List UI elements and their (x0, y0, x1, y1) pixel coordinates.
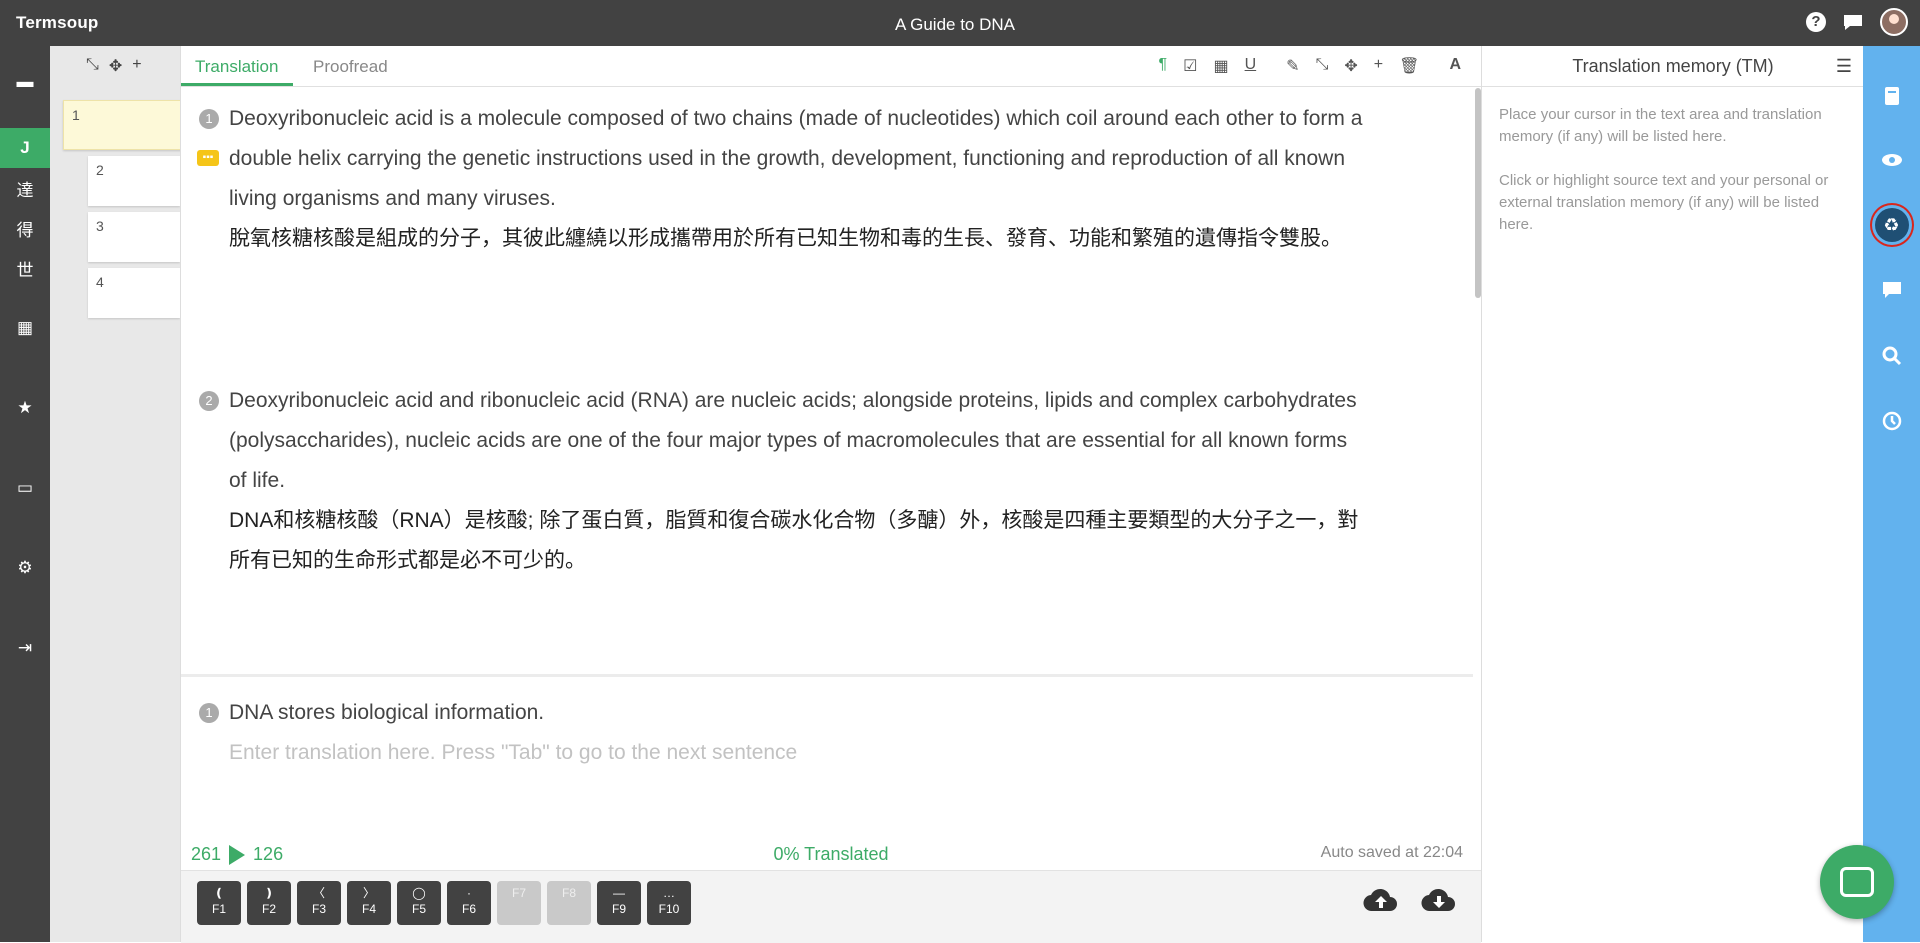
segment-2: Deoxyribonucleic acid and ribonucleic ac… (229, 381, 1369, 581)
segment-number-badge: 1 (199, 109, 219, 129)
chat-launcher-button[interactable] (1820, 845, 1894, 919)
tm-help-text-1: Place your cursor in the text area and t… (1499, 106, 1822, 145)
editor: Translation Proofread ¶ ☑ ▦ U ✎ ⤡ ✥ + 🗑 … (180, 46, 1481, 943)
paragraph-icon[interactable]: ¶ (1159, 56, 1168, 76)
notebook-icon[interactable] (1863, 76, 1920, 116)
tm-help-text-2: Click or highlight source text and your … (1499, 172, 1829, 233)
segment-source[interactable]: Deoxyribonucleic acid and ribonucleic ac… (229, 381, 1369, 501)
comment-icon[interactable]: ▪▪▪ (197, 150, 219, 166)
translation-memory-panel: Translation memory (TM) ☰ Place your cur… (1481, 46, 1864, 942)
search-icon[interactable] (1863, 336, 1920, 376)
project-tab-2[interactable]: 達 (0, 168, 50, 208)
segment-translation[interactable]: 脫氧核糖核酸是組成的分子，其彼此纏繞以形成攜帶用於所有已知生物和毒的生長、發育、… (229, 219, 1369, 259)
play-icon[interactable] (229, 844, 246, 865)
comment-icon[interactable] (1863, 270, 1920, 310)
translated-percent: 0% Translated (773, 844, 889, 864)
left-rail: ▬ J 達 得 世 ▦ ★ ▭ ⚙ ⇥ (0, 46, 50, 942)
fkey-f7[interactable]: F7 (497, 881, 541, 925)
collapse-icon[interactable]: ⤡ (86, 56, 99, 76)
trash-icon[interactable]: 🗑 (1399, 56, 1419, 76)
active-tab-underline (181, 83, 293, 86)
cloud-upload-icon[interactable] (1363, 887, 1399, 913)
page-thumbnails: ⤡ ✥ + 1 2 3 4 (50, 46, 185, 942)
editor-tabs: Translation Proofread ¶ ☑ ▦ U ✎ ⤡ ✥ + 🗑 … (181, 46, 1481, 87)
library-icon[interactable]: ▦ (0, 308, 50, 348)
project-tab-4[interactable]: 世 (0, 248, 50, 288)
move-icon[interactable]: ✥ (1344, 56, 1357, 76)
fkey-f9[interactable]: — F9 (597, 881, 641, 925)
chat-icon (1840, 867, 1874, 897)
add-page-icon[interactable]: + (132, 56, 141, 76)
autosave-status: Auto saved at 22:04 (1320, 844, 1463, 861)
function-key-bar: ❪ F1 ❫ F2 〈 F3 〉 F4 ◯ F5 · F6 F7 F8 — F9 … F10 (181, 870, 1481, 943)
char-count: 261 126 (191, 844, 283, 865)
thumb-page-3[interactable]: 3 (88, 212, 180, 262)
top-bar: Termsoup A Guide to DNA ? (0, 0, 1920, 46)
editor-toolbar: ¶ ☑ ▦ U ✎ ⤡ ✥ + 🗑 A (1159, 56, 1461, 76)
fkey-f3[interactable]: 〈 F3 (297, 881, 341, 925)
top-icons: ? (1806, 8, 1908, 36)
fkey-f1[interactable]: ❪ F1 (197, 881, 241, 925)
document-title: A Guide to DNA (894, 15, 1015, 34)
store-icon[interactable]: ▭ (0, 468, 50, 508)
tm-settings-icon[interactable]: ☰ (1836, 56, 1852, 77)
collapse-icon[interactable]: ⤡ (1316, 56, 1329, 76)
star-icon[interactable]: ★ (0, 388, 50, 428)
fkey-f8[interactable]: F8 (547, 881, 591, 925)
underline-icon[interactable]: U (1245, 56, 1257, 76)
move-icon[interactable]: ✥ (109, 56, 122, 76)
segment-source[interactable]: Deoxyribonucleic acid is a molecule comp… (229, 99, 1369, 219)
help-icon[interactable]: ? (1806, 12, 1826, 32)
add-icon[interactable]: + (1374, 56, 1383, 76)
project-tab-3[interactable]: 得 (0, 208, 50, 248)
logout-icon[interactable]: ⇥ (0, 628, 50, 668)
active-segment-source[interactable]: DNA stores biological information. (229, 693, 1369, 733)
history-icon[interactable] (1863, 401, 1920, 441)
fkey-f4[interactable]: 〉 F4 (347, 881, 391, 925)
fkey-f5[interactable]: ◯ F5 (397, 881, 441, 925)
chat-icon[interactable] (1842, 12, 1864, 32)
divider (1482, 86, 1864, 87)
grid-icon[interactable]: ▦ (1213, 56, 1228, 76)
thumb-page-1[interactable]: 1 (63, 100, 185, 150)
right-rail: ♻ (1863, 46, 1920, 942)
folder-icon[interactable]: ▬ (0, 62, 50, 102)
tm-title: Translation memory (TM) (1572, 56, 1774, 76)
fkey-f6[interactable]: · F6 (447, 881, 491, 925)
segment-1: Deoxyribonucleic acid is a molecule comp… (229, 99, 1369, 259)
thumb-page-4[interactable]: 4 (88, 268, 180, 318)
status-bar: 0% Translated 261 126 Auto saved at 22:0… (181, 842, 1481, 870)
fkey-f10[interactable]: … F10 (647, 881, 691, 925)
checkbox-icon[interactable]: ☑ (1183, 56, 1197, 76)
eye-icon[interactable] (1863, 140, 1920, 180)
tm-toggle[interactable]: ♻ (1863, 205, 1920, 245)
thumb-page-2[interactable]: 2 (88, 156, 180, 206)
font-icon[interactable]: A (1449, 56, 1461, 76)
recycle-icon[interactable]: ♻ (1874, 208, 1909, 242)
fkey-f2[interactable]: ❫ F2 (247, 881, 291, 925)
pane-splitter[interactable] (181, 674, 1473, 677)
segment-translation[interactable]: DNA和核糖核酸（RNA）是核酸; 除了蛋白質，脂質和復合碳水化合物（多醣）外，… (229, 501, 1369, 581)
source-count: 261 (191, 844, 222, 864)
tab-translation[interactable]: Translation (195, 57, 278, 77)
cloud-download-icon[interactable] (1421, 887, 1457, 913)
project-j-tab[interactable]: J (0, 128, 50, 168)
active-segment: DNA stores biological information. Enter… (229, 693, 1369, 773)
thumb-tools: ⤡ ✥ + (86, 56, 142, 76)
segment-number-badge: 1 (199, 703, 219, 723)
target-count: 126 (253, 844, 284, 864)
segment-number-badge: 2 (199, 391, 219, 411)
translation-input[interactable]: Enter translation here. Press "Tab" to g… (229, 733, 1369, 773)
user-avatar[interactable] (1880, 8, 1908, 36)
gear-icon[interactable]: ⚙ (0, 548, 50, 588)
pencil-icon[interactable]: ✎ (1286, 56, 1299, 76)
tab-proofread[interactable]: Proofread (313, 57, 388, 77)
